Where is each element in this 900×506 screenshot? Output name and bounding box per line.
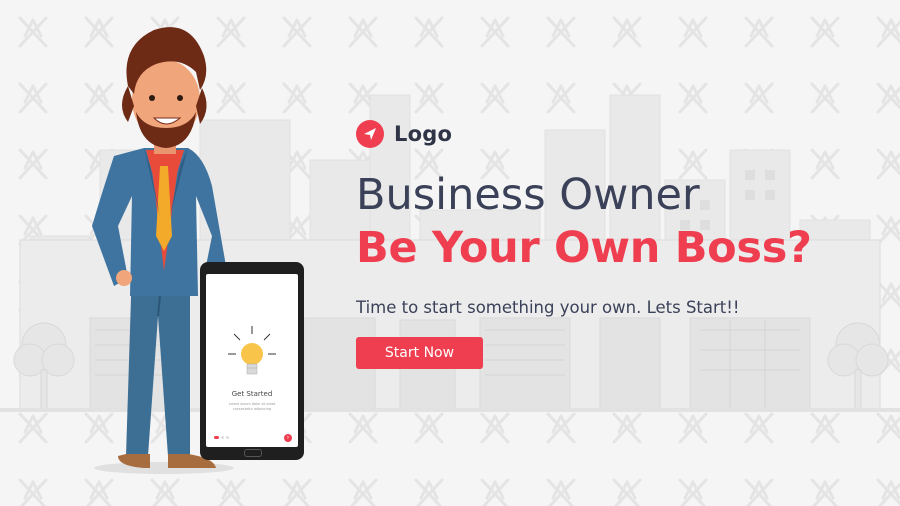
hero-content: Logo Business Owner Be Your Own Boss? Ti… <box>356 118 876 369</box>
phone-description: Lorem ipsum dolor sit amet consectetur a… <box>228 402 276 411</box>
logo-text: Logo <box>394 122 453 146</box>
smartphone-mockup: Get Started Lorem ipsum dolor sit amet c… <box>200 262 304 460</box>
paper-plane-icon <box>356 120 384 148</box>
subheadline: Be Your Own Boss? <box>356 223 812 273</box>
pagination-dots <box>214 436 229 439</box>
phone-screen: Get Started Lorem ipsum dolor sit amet c… <box>206 274 298 447</box>
lightbulb-icon <box>228 326 276 375</box>
phone-title: Get Started <box>231 390 273 398</box>
start-now-button[interactable]: Start Now <box>356 337 483 369</box>
phone-home-button <box>244 449 262 457</box>
tagline: Time to start something your own. Lets S… <box>356 298 740 317</box>
next-arrow-icon: › <box>284 434 292 442</box>
headline: Business Owner <box>356 170 700 220</box>
hero-banner: Get Started Lorem ipsum dolor sit amet c… <box>0 0 900 506</box>
logo[interactable]: Logo <box>356 118 876 150</box>
